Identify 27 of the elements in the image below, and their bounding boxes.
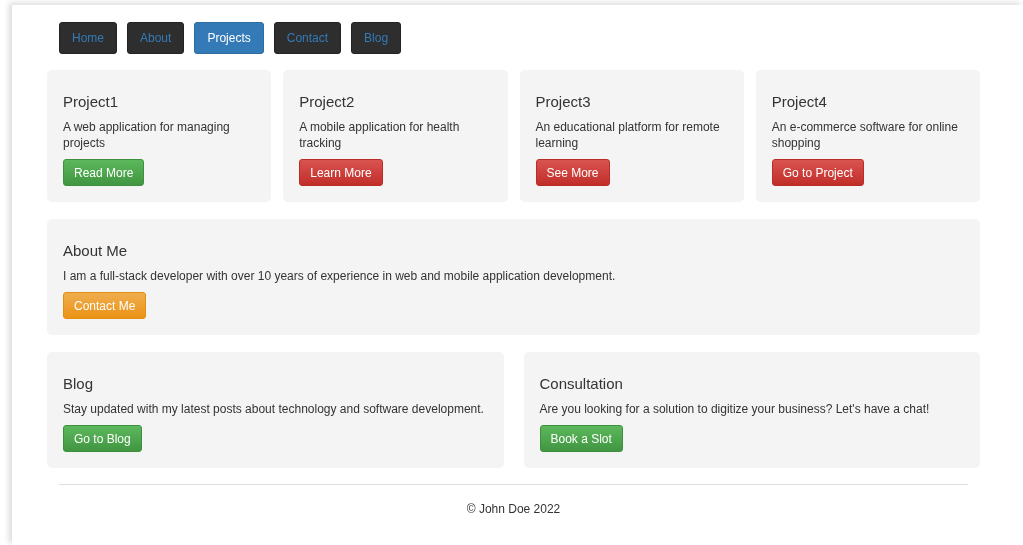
footer-text: © John Doe 2022 [465,502,562,516]
card-text: A web application for managing projects [63,119,231,151]
card-text: Stay updated with my latest posts about technology and software development. [63,401,485,417]
card-title: Project4 [771,93,828,111]
card-button[interactable]: Book a Slot [539,425,623,452]
card-text: Are you looking for a solution to digitize your business? Let's have a chat! [539,401,931,417]
card-button[interactable]: Contact Me [63,292,147,319]
card-title: Blog [63,375,95,393]
card-button[interactable]: See More [535,159,610,186]
card-button[interactable]: Go to Blog [63,425,142,452]
card-text: An e-commerce software for online shopping [771,119,959,151]
card-button[interactable]: Read More [63,159,145,186]
card-text: A mobile application for health tracking [299,119,461,151]
card-title: About Me [63,242,129,260]
card-text: I am a full-stack developer with over 10 years of experience in web and mobile application development. [63,268,617,284]
card-button[interactable]: Learn More [299,159,383,186]
nav-button[interactable]: Blog [351,22,402,54]
card-title: Project2 [299,93,356,111]
nav-button[interactable]: About [127,22,185,54]
card-text: An educational platform for remote learning [535,119,721,151]
nav-button[interactable]: Projects [194,22,264,54]
card-button[interactable]: Go to Project [771,159,864,186]
card-title: Project1 [63,93,120,111]
nav-button[interactable]: Home [59,22,117,54]
card-title: Consultation [539,375,624,393]
card-title: Project3 [535,93,592,111]
nav-button[interactable]: Contact [273,22,342,54]
